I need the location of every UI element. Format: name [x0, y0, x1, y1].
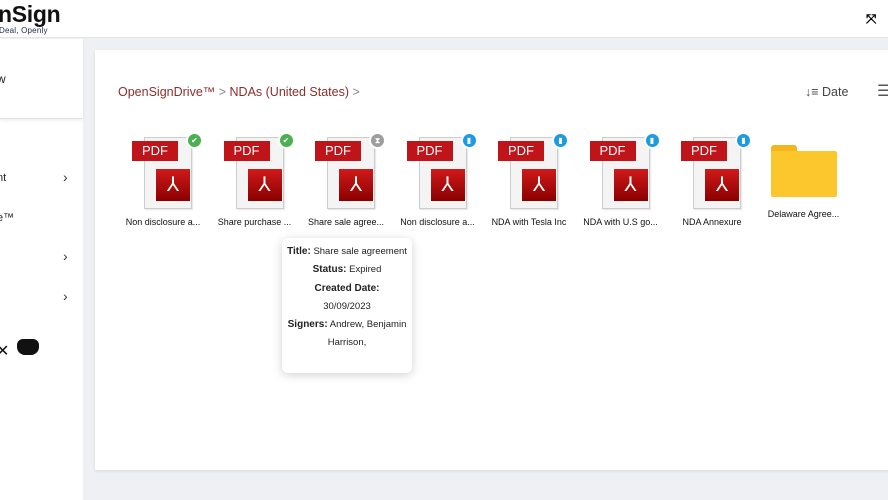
tooltip-title-label: Title: [287, 246, 311, 257]
file-item[interactable]: PDF ⅄ ⧗ Share sale agree... [302, 132, 390, 227]
file-item[interactable]: PDF ⅄ ▮ NDA with Tesla Inc [485, 132, 573, 227]
tooltip-date-label: Created Date: [314, 282, 380, 294]
file-name: NDA Annexure [682, 217, 742, 227]
pdf-file-icon: PDF ⅄ ⧗ [315, 132, 386, 211]
file-item[interactable]: PDF ⅄ ✔ Non disclosure a... [119, 132, 207, 227]
expand-icon[interactable]: ⤧ [866, 11, 876, 27]
sidebar-item-label: e™ [0, 212, 15, 224]
tooltip-signers: Andrew, Benjamin Harrison, [327, 319, 407, 349]
file-item[interactable]: PDF ⅄ ✔ Share purchase ... [211, 132, 299, 227]
file-name: NDA with U.S go... [583, 217, 658, 227]
file-name: Delaware Agree... [767, 209, 840, 219]
sidebar-profile-text: w [0, 72, 6, 86]
file-item[interactable]: PDF ⅄ ▮ NDA Annexure [668, 132, 756, 227]
breadcrumb-root[interactable]: OpenSignDrive™ [118, 85, 215, 99]
file-browser: OpenSignDrive™ > NDAs (United States) > … [95, 50, 888, 470]
status-badge-expired-icon: ⧗ [369, 132, 386, 149]
list-view-icon[interactable]: ☰ [877, 81, 888, 101]
x-icon[interactable]: ✕ [0, 341, 9, 361]
tooltip-date: 30/09/2023 [323, 300, 371, 312]
tooltip-status-label: Status: [312, 264, 347, 276]
file-item[interactable]: Delaware Agree... [760, 135, 848, 219]
status-badge-draft-icon: ▮ [735, 132, 752, 149]
sort-label: Date [822, 85, 849, 99]
file-name: Share sale agree... [307, 217, 385, 227]
breadcrumb-folder[interactable]: NDAs (United States) [230, 85, 349, 99]
sort-button[interactable]: ↓≡ Date [805, 85, 848, 99]
file-name: NDA with Tesla Inc [491, 217, 567, 227]
sidebar-item-3[interactable]: › [0, 246, 83, 270]
file-name: Share purchase ... [217, 217, 292, 227]
folder-icon [769, 143, 839, 203]
pdf-file-icon: PDF ⅄ ✔ [132, 132, 203, 211]
logo-tagline: Deal, Openly [0, 26, 48, 35]
status-badge-completed-icon: ✔ [277, 132, 295, 149]
pdf-file-icon: PDF ⅄ ✔ [223, 132, 295, 211]
discord-icon[interactable] [17, 339, 39, 355]
pdf-file-icon: PDF ⅄ ▮ [406, 132, 478, 211]
breadcrumb: OpenSignDrive™ > NDAs (United States) > [118, 85, 360, 99]
tooltip-status: Expired [349, 264, 382, 276]
status-badge-draft-icon: ▮ [643, 132, 661, 149]
pdf-file-icon: PDF ⅄ ▮ [498, 132, 569, 211]
status-badge-draft-icon: ▮ [552, 132, 569, 149]
sidebar: w nt › e™ › › ✕ [0, 39, 83, 500]
sidebar-item-2[interactable]: e™ [0, 207, 83, 231]
pdf-file-icon: PDF ⅄ ▮ [681, 132, 752, 211]
tooltip-signers-label: Signers: [287, 319, 328, 331]
file-name: Non disclosure a... [125, 217, 201, 227]
pdf-file-icon: PDF ⅄ ▮ [589, 132, 661, 211]
file-name: Non disclosure a... [400, 217, 475, 227]
status-badge-draft-icon: ▮ [460, 132, 478, 149]
file-item[interactable]: PDF ⅄ ▮ NDA with U.S go... [577, 132, 665, 227]
top-header: nSign Deal, Openly ⤧ [0, 0, 888, 38]
chevron-right-icon: › [63, 248, 68, 264]
chevron-right-icon: › [63, 288, 68, 304]
logo[interactable]: nSign [0, 1, 61, 28]
sidebar-item-4[interactable]: › [0, 286, 83, 310]
sort-icon: ↓≡ [805, 85, 819, 99]
sidebar-profile[interactable]: w [0, 39, 83, 119]
sidebar-item-label: nt [0, 172, 7, 184]
file-tooltip: Title: Share sale agreement Status: Expi… [282, 238, 412, 373]
status-badge-completed-icon: ✔ [186, 132, 203, 149]
file-item[interactable]: PDF ⅄ ▮ Non disclosure a... [394, 132, 482, 227]
sidebar-item-1[interactable]: nt › [0, 167, 83, 191]
tooltip-title: Share sale agreement [313, 246, 407, 257]
chevron-right-icon: › [63, 169, 68, 185]
